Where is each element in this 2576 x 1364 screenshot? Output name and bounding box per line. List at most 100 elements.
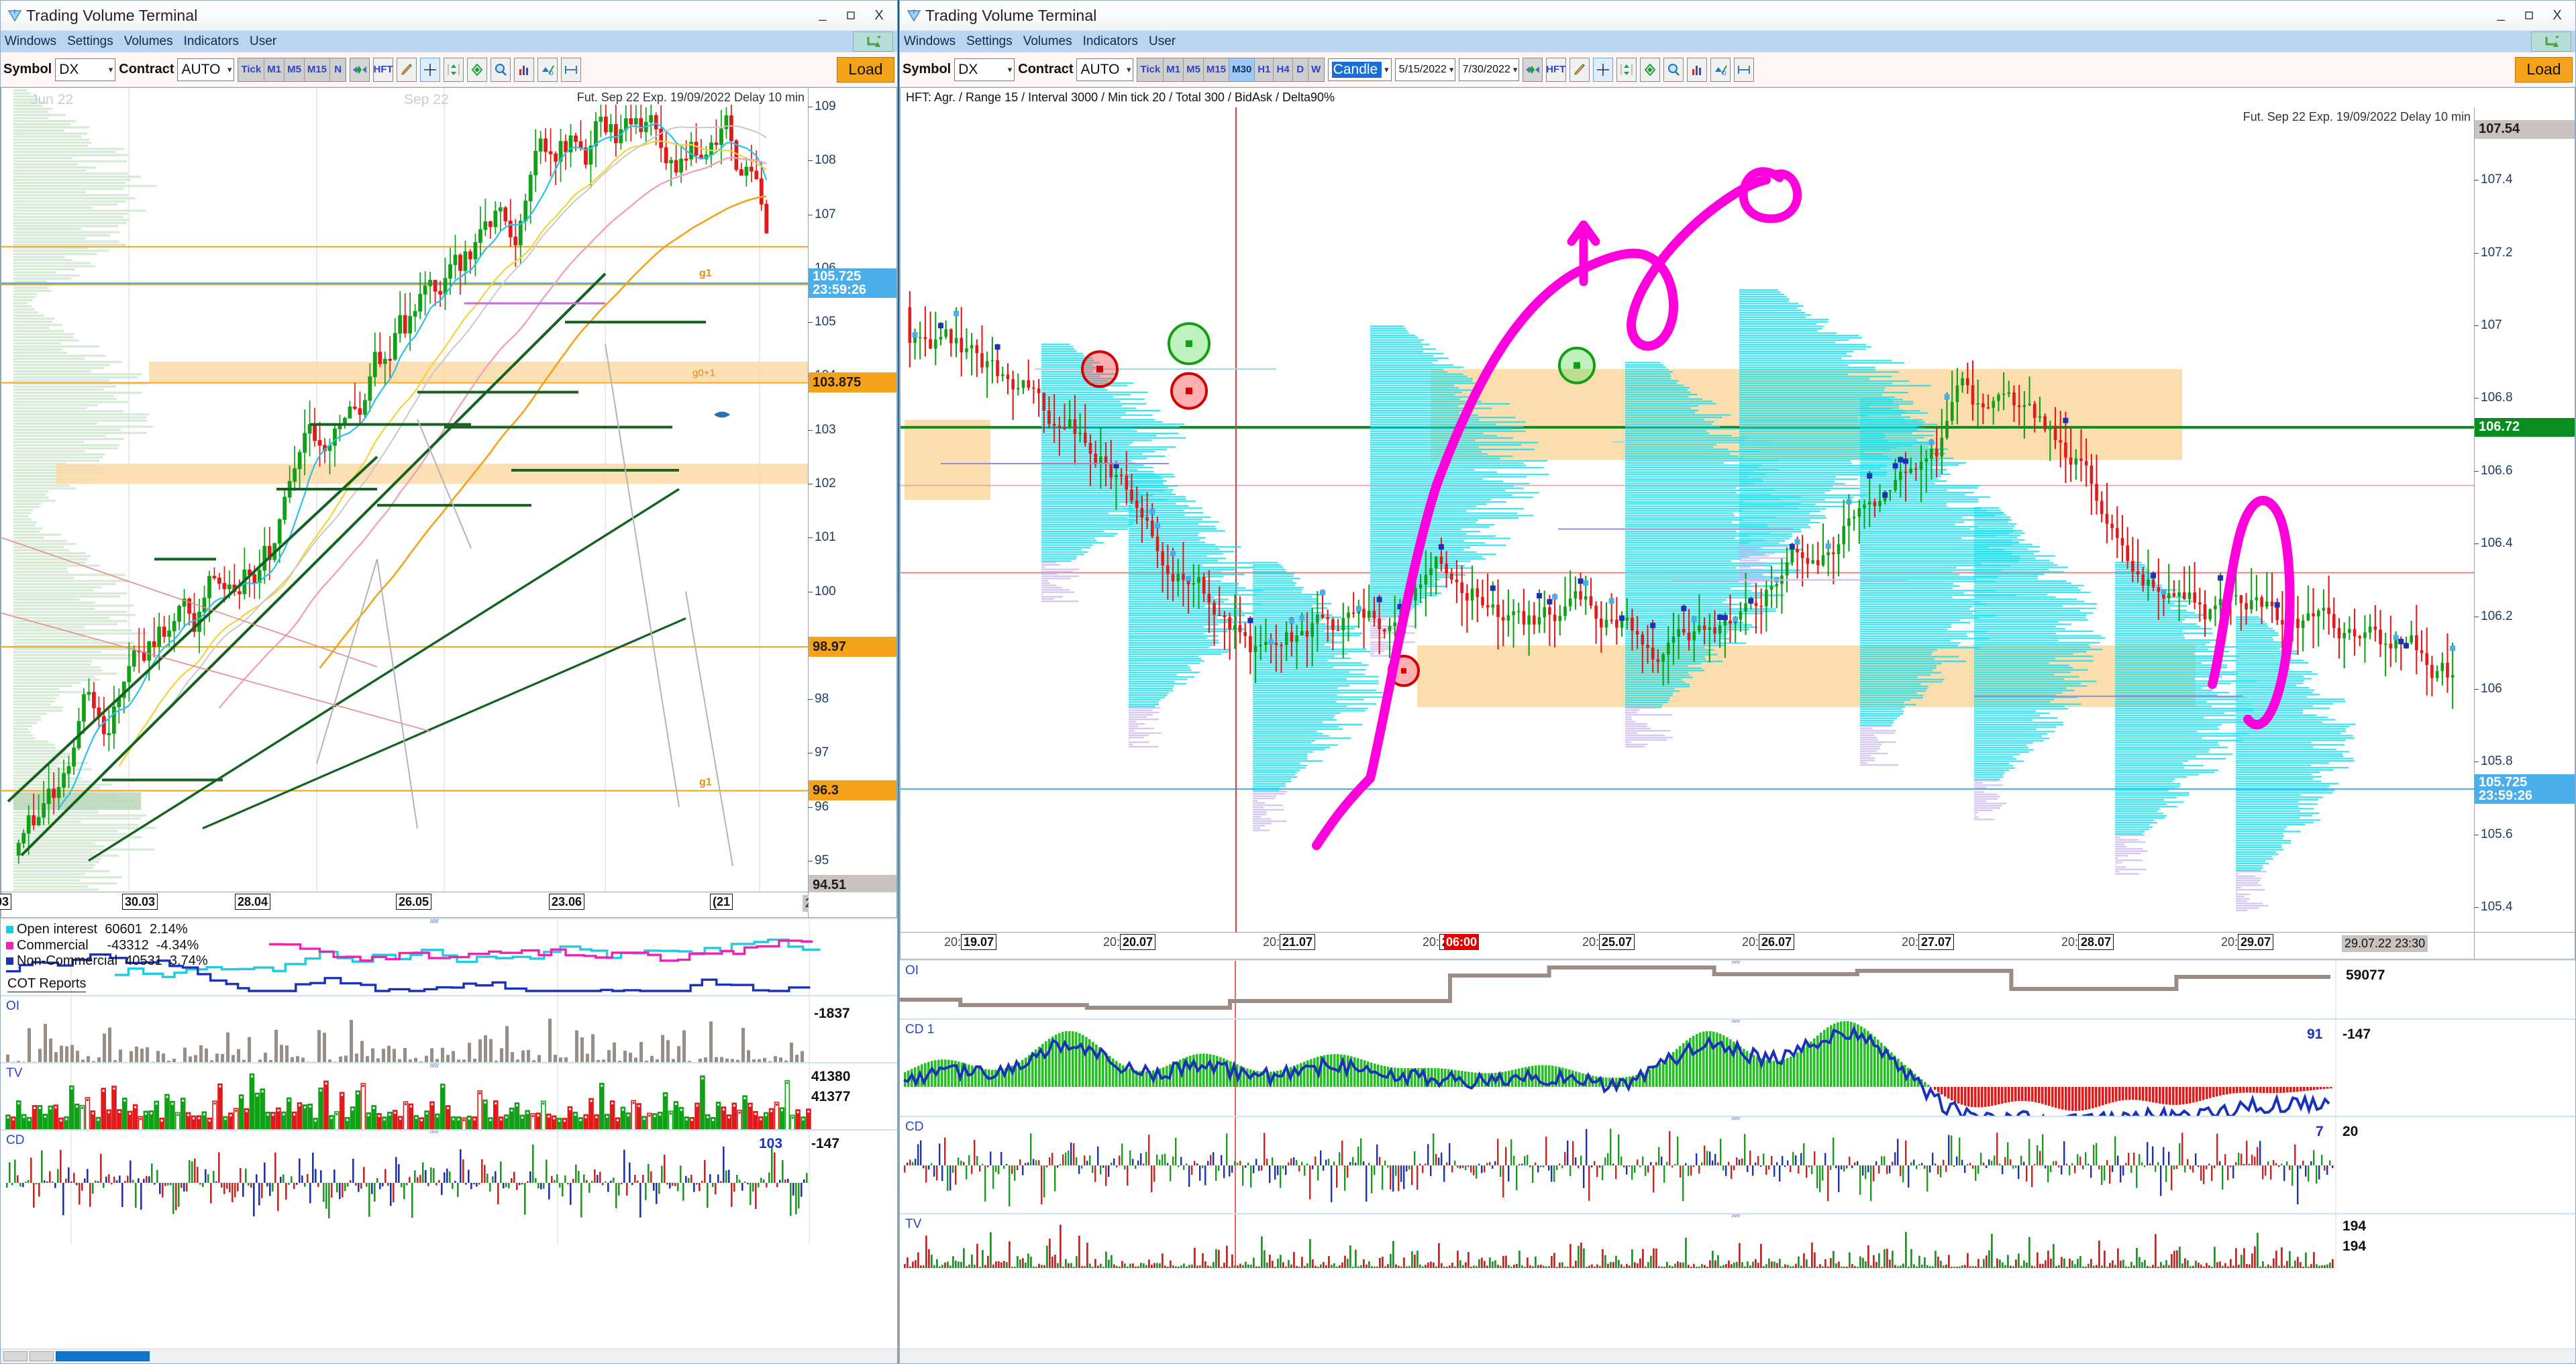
- diamond-icon[interactable]: [467, 57, 488, 82]
- maximize-button-left[interactable]: [837, 4, 865, 27]
- chart-type-select[interactable]: Candle ▾: [1327, 58, 1392, 81]
- close-button-right[interactable]: X: [2543, 4, 2571, 27]
- crosshair-icon[interactable]: [1592, 57, 1613, 82]
- pane-oi-right[interactable]: OI 59077 /////: [900, 959, 2575, 1018]
- main-chart-row-right: Fut. Sep 22 Exp. 19/09/2022 Delay 10 min…: [900, 107, 2575, 933]
- menu-item-indicators-left[interactable]: Indicators: [184, 34, 239, 49]
- contract-label-left: Contract: [119, 62, 174, 76]
- status-tab-1[interactable]: [3, 1351, 28, 1361]
- tab-d-right[interactable]: D: [1293, 58, 1308, 81]
- chevron-down-icon: ▾: [1384, 64, 1389, 74]
- menu-item-windows-right[interactable]: Windows: [904, 34, 956, 49]
- price-chart-left[interactable]: Jun 22 Sep 22 Fut. Sep 22 Exp. 19/09/202…: [1, 87, 809, 892]
- measure-icon[interactable]: [561, 57, 582, 82]
- price-tick-left-95: 95: [807, 853, 829, 868]
- time-label-left-3: 26.05: [396, 894, 432, 910]
- tab-m5-right[interactable]: M5: [1184, 58, 1204, 81]
- load-button-right[interactable]: Load: [2515, 56, 2573, 83]
- contract-select-left[interactable]: AUTO ▾: [177, 58, 235, 81]
- tab-more-left[interactable]: N: [330, 58, 346, 81]
- time-axis-left[interactable]: .0330.0328.0426.0523.06(2129.07.22: [0, 892, 856, 918]
- load-button-left[interactable]: Load: [837, 56, 894, 83]
- magnifier-icon[interactable]: [1663, 57, 1684, 82]
- pencil-icon[interactable]: [1569, 57, 1590, 82]
- pane-cd-right[interactable]: CD 7 20 /////: [900, 1116, 2575, 1213]
- tab-m1-left[interactable]: M1: [264, 58, 285, 81]
- cot-legend-row-oi: Open interest 60601 2.14%: [6, 922, 208, 938]
- price-axis-right[interactable]: 107.4 107.2 107 106.8 106.6 106.4 106.2 106 105.…: [2474, 107, 2575, 933]
- pane-tv-right[interactable]: TV 194 194 /////: [900, 1213, 2575, 1363]
- refresh-icon[interactable]: [2531, 32, 2571, 52]
- pane-cd-left[interactable]: CD 103 -147 /////: [1, 1129, 897, 1363]
- measure-icon[interactable]: [1733, 57, 1754, 82]
- hft-label-left: HFT: [373, 64, 393, 75]
- symbol-select-right[interactable]: DX ▾: [954, 58, 1015, 81]
- pane-oi-left[interactable]: OI -1837: [1, 995, 897, 1062]
- tab-h4-right[interactable]: H4: [1274, 58, 1293, 81]
- menu-item-user-left[interactable]: User: [250, 34, 276, 49]
- tab-m5-left[interactable]: M5: [285, 58, 305, 81]
- chevron-down-icon: ▾: [1126, 64, 1131, 74]
- price-tick-right-106.6: 106.6: [2474, 464, 2513, 478]
- price-chart-right[interactable]: Fut. Sep 22 Exp. 19/09/2022 Delay 10 min: [900, 107, 2475, 933]
- tab-w-right[interactable]: W: [1308, 58, 1324, 81]
- price-tick-left-109: 109: [808, 99, 836, 114]
- profile-icon[interactable]: [514, 57, 535, 82]
- menu-item-volumes-left[interactable]: Volumes: [124, 34, 173, 49]
- crosshair-icon[interactable]: [420, 57, 441, 82]
- svg-text:D: D: [1722, 70, 1727, 76]
- delta-icon[interactable]: D: [1710, 57, 1731, 82]
- cd-label-left: CD: [6, 1133, 25, 1147]
- titlebar-left[interactable]: Trading Volume Terminal _ X: [1, 1, 897, 31]
- diamond-icon[interactable]: [1639, 57, 1660, 82]
- tab-m15-right[interactable]: M15: [1204, 58, 1230, 81]
- maximize-button-right[interactable]: [2515, 4, 2543, 27]
- date-to-select[interactable]: 7/30/2022 ▾: [1458, 58, 1519, 81]
- contract-note-right: Fut. Sep 22 Exp. 19/09/2022 Delay 10 min: [2240, 110, 2473, 124]
- close-button-left[interactable]: X: [865, 4, 893, 27]
- magnifier-icon[interactable]: [491, 57, 511, 82]
- timeframe-group-right: Tick M1 M5 M15 M30 H1 H4 D W: [1137, 57, 1325, 82]
- symbol-select-left[interactable]: DX ▾: [55, 58, 116, 81]
- profile-icon[interactable]: [1686, 57, 1707, 82]
- arrows-icon[interactable]: [350, 57, 370, 82]
- date-from-select[interactable]: 5/15/2022 ▾: [1394, 58, 1455, 81]
- menu-item-user-right[interactable]: User: [1149, 34, 1176, 49]
- menu-item-windows-left[interactable]: Windows: [5, 34, 56, 49]
- minimize-button-left[interactable]: _: [809, 4, 837, 27]
- price-axis-left[interactable]: 1091081071061051041031021011009897969510…: [807, 87, 897, 895]
- contract-select-right[interactable]: AUTO ▾: [1076, 58, 1134, 81]
- price-tick-left-98: 98: [807, 692, 829, 706]
- menu-item-volumes-right[interactable]: Volumes: [1023, 34, 1072, 49]
- arrows-icon[interactable]: [1522, 57, 1543, 82]
- refresh-icon[interactable]: [853, 32, 893, 52]
- hft-settings-bar: HFT: Agr. / Range 15 / Interval 3000 / M…: [900, 87, 2575, 107]
- status-tab-active[interactable]: [56, 1351, 150, 1361]
- tab-m15-left[interactable]: M15: [305, 58, 331, 81]
- price-tick-right-106.2: 106.2: [2474, 609, 2513, 624]
- tab-m30-right[interactable]: M30: [1229, 58, 1255, 81]
- tab-m1-right[interactable]: M1: [1164, 58, 1184, 81]
- menu-item-settings-right[interactable]: Settings: [966, 34, 1013, 49]
- tab-tick-right[interactable]: Tick: [1137, 58, 1164, 81]
- oi-value-right: 59077: [2346, 967, 2385, 983]
- titlebar-right[interactable]: Trading Volume Terminal _ X: [900, 1, 2575, 31]
- time-axis-right[interactable]: 20:19.0720:20.0720:21.0720:2220:25.0720:…: [900, 933, 2475, 959]
- hft-button-right[interactable]: HFT: [1545, 57, 1566, 82]
- tab-h1-right[interactable]: H1: [1255, 58, 1274, 81]
- cot-title: COT Reports: [7, 976, 87, 992]
- menu-item-indicators-right[interactable]: Indicators: [1083, 34, 1138, 49]
- pencil-icon[interactable]: [397, 57, 417, 82]
- pane-tv-left[interactable]: TV 41380 41377 /////: [1, 1062, 897, 1129]
- tab-tick-left[interactable]: Tick: [238, 58, 265, 81]
- delta-icon[interactable]: D: [537, 57, 558, 82]
- pane-cot-left[interactable]: Open interest 60601 2.14% Commercial -43…: [1, 918, 897, 995]
- vertical-scale-icon[interactable]: [1616, 57, 1637, 82]
- svg-text://///: /////: [1732, 959, 1741, 965]
- vertical-scale-icon[interactable]: [444, 57, 464, 82]
- pane-cd1-right[interactable]: CD 1 91 -147 /////: [900, 1018, 2575, 1116]
- hft-button-left[interactable]: HFT: [373, 57, 394, 82]
- status-tab-2[interactable]: [30, 1351, 54, 1361]
- menu-item-settings-left[interactable]: Settings: [67, 34, 113, 49]
- minimize-button-right[interactable]: _: [2487, 4, 2515, 27]
